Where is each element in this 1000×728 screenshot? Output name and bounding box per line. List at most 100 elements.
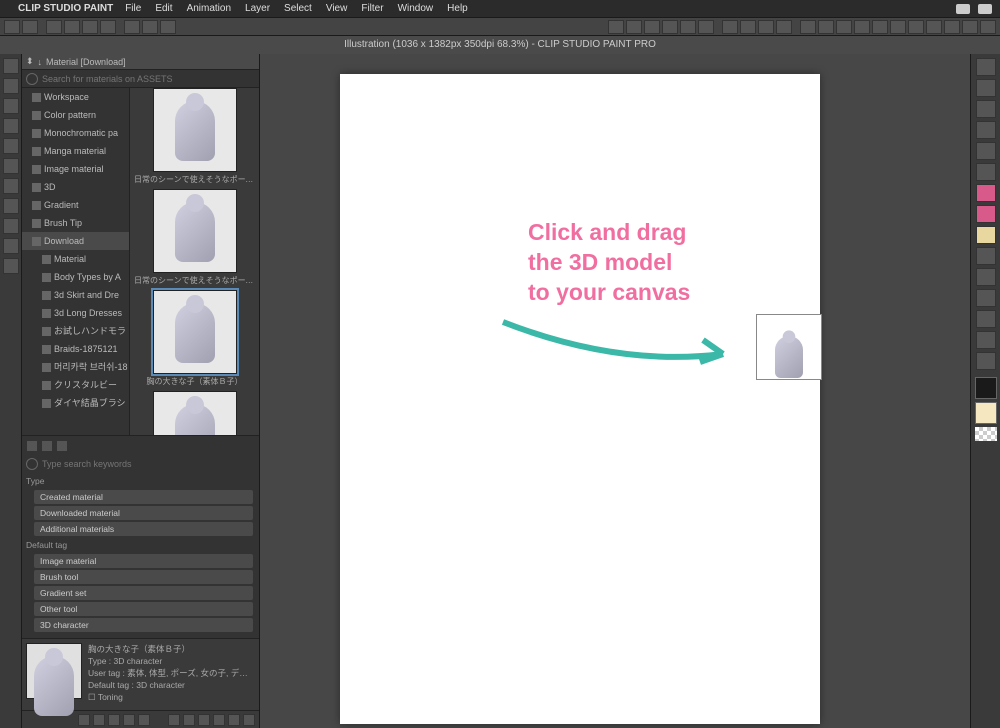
tool-icon[interactable] [3,138,19,154]
action-icon[interactable] [198,714,210,726]
filter-chip[interactable]: 3D character [34,618,253,632]
filter-chip[interactable]: Brush tool [34,570,253,584]
toolbar-btn[interactable] [980,20,996,34]
category-item[interactable]: Gradient [22,196,129,214]
filter-icon[interactable] [41,440,53,452]
tool-icon[interactable] [976,79,996,97]
category-item[interactable]: クリスタルビー [22,376,129,394]
color-swatch-bg[interactable] [975,402,997,424]
toolbar-btn[interactable] [800,20,816,34]
search-icon[interactable] [26,73,38,85]
filter-chip[interactable]: Created material [34,490,253,504]
toolbar-btn[interactable] [926,20,942,34]
toolbar-btn[interactable] [4,20,20,34]
menu-help[interactable]: Help [447,3,468,14]
toolbar-btn[interactable] [890,20,906,34]
material-thumb[interactable]: 日常のシーンで使えそうなポーズ25 [130,88,259,189]
toolbar-btn[interactable] [680,20,696,34]
app-name[interactable]: CLIP STUDIO PAINT [18,3,113,14]
toolbar-btn[interactable] [818,20,834,34]
category-item[interactable]: Material [22,250,129,268]
tool-icon[interactable] [976,352,996,370]
battery-icon[interactable] [978,4,992,14]
transparent-swatch[interactable] [975,427,997,441]
view-icon[interactable] [138,714,150,726]
category-item[interactable]: 머리카락 브러쉬-18 [22,358,129,376]
view-icon[interactable] [93,714,105,726]
toolbar-btn[interactable] [160,20,176,34]
tool-icon[interactable] [3,178,19,194]
tool-icon[interactable] [976,205,996,223]
category-item[interactable]: Image material [22,160,129,178]
tool-icon[interactable] [976,100,996,118]
category-item[interactable]: Download [22,232,129,250]
category-item[interactable]: Body Types by A [22,268,129,286]
tool-icon[interactable] [976,184,996,202]
tool-icon[interactable] [3,78,19,94]
tool-icon[interactable] [3,258,19,274]
material-thumb[interactable]: 胸の大きな子（素体Ｂ子） [130,290,259,391]
toolbar-btn[interactable] [698,20,714,34]
action-icon[interactable] [213,714,225,726]
assets-search-input[interactable] [42,74,255,84]
search-icon[interactable] [26,458,38,470]
menu-icon[interactable] [243,714,255,726]
view-icon[interactable] [78,714,90,726]
toolbar-btn[interactable] [82,20,98,34]
tool-icon[interactable] [976,289,996,307]
toolbar-btn[interactable] [740,20,756,34]
menu-view[interactable]: View [326,3,348,14]
toolbar-btn[interactable] [722,20,738,34]
toolbar-btn[interactable] [854,20,870,34]
category-tree[interactable]: WorkspaceColor patternMonochromatic pa Ma… [22,88,130,435]
tool-icon[interactable] [3,218,19,234]
category-item[interactable]: Monochromatic pa [22,124,129,142]
color-swatch-fg[interactable] [975,377,997,399]
toolbar-btn[interactable] [662,20,678,34]
toolbar-btn[interactable] [142,20,158,34]
category-item[interactable]: お試しハンドモラ [22,322,129,340]
menu-window[interactable]: Window [398,3,434,14]
filter-icon[interactable] [56,440,68,452]
filter-chip[interactable]: Image material [34,554,253,568]
tool-icon[interactable] [976,268,996,286]
tool-icon[interactable] [976,310,996,328]
canvas[interactable] [340,74,820,724]
category-item[interactable]: 3d Long Dresses [22,304,129,322]
toolbar-btn[interactable] [46,20,62,34]
toolbar-btn[interactable] [872,20,888,34]
filter-chip[interactable]: Downloaded material [34,506,253,520]
tool-icon[interactable] [3,158,19,174]
tool-icon[interactable] [976,58,996,76]
tool-icon[interactable] [3,118,19,134]
category-item[interactable]: 3D [22,178,129,196]
menu-select[interactable]: Select [284,3,312,14]
toolbar-btn[interactable] [608,20,624,34]
canvas-area[interactable]: Click and drag the 3D model to your canv… [260,54,970,728]
menu-layer[interactable]: Layer [245,3,270,14]
tool-icon[interactable] [3,98,19,114]
filter-chip[interactable]: Additional materials [34,522,253,536]
toolbar-btn[interactable] [100,20,116,34]
toolbar-btn[interactable] [776,20,792,34]
tool-icon[interactable] [3,58,19,74]
tool-icon[interactable] [976,121,996,139]
toolbar-btn[interactable] [962,20,978,34]
tool-icon[interactable] [3,238,19,254]
material-thumb[interactable]: 日常のシーンで使えそうなポーズ26 [130,189,259,290]
tool-icon[interactable] [976,247,996,265]
category-item[interactable]: Brush Tip [22,214,129,232]
category-item[interactable]: Braids-1875121 [22,340,129,358]
tool-icon[interactable] [976,226,996,244]
download-icon[interactable]: ↓ [38,57,43,67]
menu-file[interactable]: File [125,3,141,14]
view-icon[interactable] [123,714,135,726]
toolbar-btn[interactable] [908,20,924,34]
material-thumb-list[interactable]: 日常のシーンで使えそうなポーズ25日常のシーンで使えそうなポーズ26胸の大きな子… [130,88,259,435]
toolbar-btn[interactable] [22,20,38,34]
category-item[interactable]: ダイヤ結晶ブラシ [22,394,129,412]
toolbar-btn[interactable] [836,20,852,34]
category-item[interactable]: Color pattern [22,106,129,124]
category-item[interactable]: Workspace [22,88,129,106]
menu-edit[interactable]: Edit [155,3,172,14]
